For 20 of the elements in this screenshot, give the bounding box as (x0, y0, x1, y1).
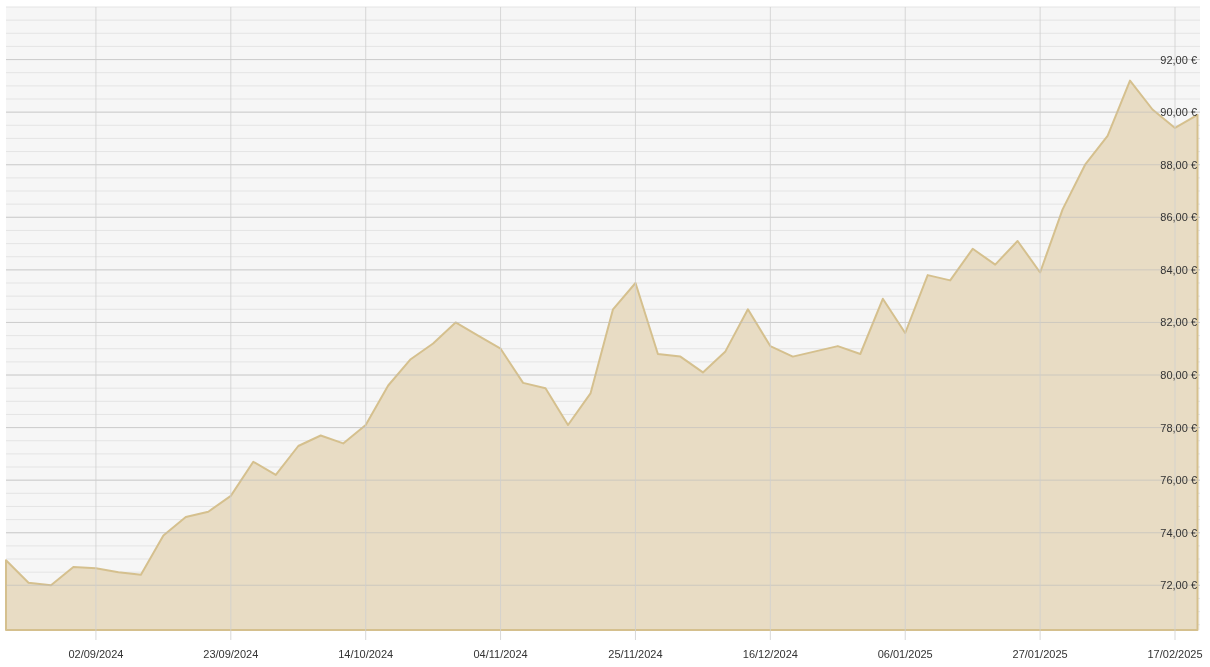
x-axis-label: 17/02/2025 (1147, 648, 1203, 660)
x-axis-label: 02/09/2024 (68, 648, 124, 660)
y-axis-label: 92,00 € (1160, 53, 1197, 66)
x-axis-label: 14/10/2024 (338, 648, 394, 660)
y-axis-label: 76,00 € (1160, 474, 1197, 487)
y-axis-label: 82,00 € (1160, 316, 1197, 329)
x-axis-label: 04/11/2024 (473, 648, 528, 660)
y-axis-label: 80,00 € (1160, 369, 1197, 381)
x-axis-label: 06/01/2025 (877, 648, 933, 660)
y-axis-label: 74,00 € (1160, 526, 1197, 539)
x-axis-label: 23/09/2024 (203, 648, 259, 660)
y-axis-label: 84,00 € (1160, 263, 1197, 276)
y-axis-label: 88,00 € (1160, 158, 1197, 171)
x-axis-label: 25/11/2024 (608, 648, 663, 660)
y-axis-label: 86,00 € (1160, 211, 1197, 224)
y-axis-label: 78,00 € (1160, 421, 1197, 434)
y-axis-label: 72,00 € (1160, 579, 1197, 592)
x-axis-label: 27/01/2025 (1012, 648, 1068, 660)
y-axis-label: 90,00 € (1160, 106, 1197, 119)
x-axis-label: 16/12/2024 (742, 648, 798, 660)
